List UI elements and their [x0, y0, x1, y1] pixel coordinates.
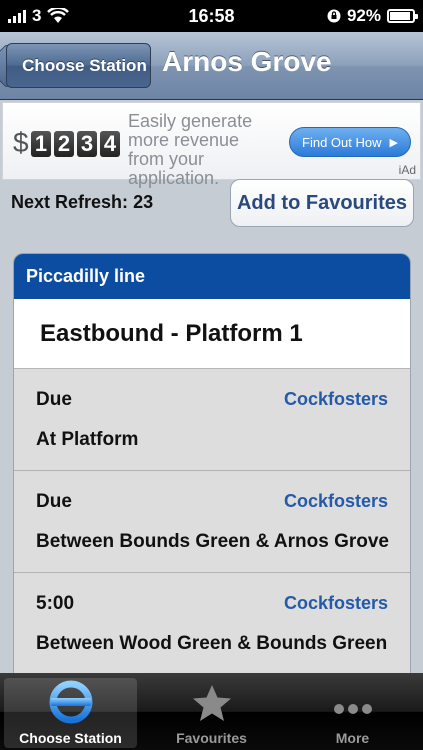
find-out-how-button[interactable]: Find Out How ▶	[289, 127, 411, 157]
add-to-favourites-button[interactable]: Add to Favourites	[230, 179, 414, 227]
ad-digit: 1	[31, 131, 51, 157]
rotation-lock-icon	[327, 9, 341, 23]
battery-fill	[390, 12, 411, 20]
more-dots-icon	[333, 704, 372, 714]
tab-choose-station[interactable]: Choose Station	[0, 673, 141, 750]
arrival-row[interactable]: Due Cockfosters At Platform	[14, 369, 410, 471]
tab-more[interactable]: More	[282, 673, 423, 750]
ad-digits: 1 2 3 4	[31, 131, 120, 157]
tab-label: Favourites	[176, 730, 247, 746]
line-header: Piccadilly line	[14, 254, 410, 299]
arrival-due: 5:00	[36, 593, 75, 614]
line-panel: Piccadilly line Eastbound - Platform 1 D…	[13, 253, 411, 673]
next-refresh: Next Refresh: 23	[11, 192, 153, 213]
iad-banner[interactable]: $ 1 2 3 4 Easily generate more revenue f…	[2, 102, 421, 188]
star-icon	[192, 685, 231, 721]
ad-digit: 3	[77, 131, 97, 157]
next-refresh-label: Next Refresh:	[11, 192, 129, 212]
signal-strength-icon	[8, 9, 26, 23]
ad-text: Easily generate more revenue from your a…	[128, 111, 253, 188]
navigation-bar: Choose Station Arnos Grove	[0, 32, 423, 100]
arrival-row[interactable]: 5:00 Cockfosters Between Wood Green & Bo…	[14, 573, 410, 673]
tab-bar: Choose Station Favourites More	[0, 673, 423, 750]
arrival-destination: Cockfosters	[283, 389, 388, 409]
chevron-right-icon: ▶	[389, 136, 398, 149]
iad-badge: iAd	[398, 163, 416, 177]
battery-percent: 92%	[346, 6, 381, 25]
arrival-due: Due	[36, 491, 72, 512]
wifi-icon	[47, 8, 70, 23]
status-right: 92%	[327, 6, 418, 26]
tube-roundel-icon	[49, 680, 92, 724]
choose-station-back-button[interactable]: Choose Station	[6, 43, 151, 88]
ad-digit: 4	[100, 131, 120, 157]
tab-label: More	[335, 730, 370, 746]
battery-icon	[387, 9, 418, 23]
arrival-location: Between Bounds Green & Arnos Grove	[36, 531, 389, 552]
arrival-row[interactable]: Due Cockfosters Between Bounds Green & A…	[14, 471, 410, 573]
ad-dollar-sign: $	[13, 127, 29, 158]
platform-title: Eastbound - Platform 1	[14, 299, 410, 369]
page-title: Arnos Grove	[162, 46, 332, 77]
carrier-label: 3	[32, 6, 42, 25]
ad-cta-label: Find Out How	[302, 134, 382, 150]
tab-favourites[interactable]: Favourites	[141, 673, 282, 750]
ad-digit: 2	[54, 131, 74, 157]
status-bar: 3 16:58 92%	[0, 0, 423, 32]
arrival-destination: Cockfosters	[283, 491, 388, 511]
tab-label: Choose Station	[19, 730, 122, 746]
arrival-location: At Platform	[36, 429, 139, 450]
next-refresh-value: 23	[133, 192, 154, 212]
arrival-due: Due	[36, 389, 72, 410]
status-left: 3	[8, 6, 70, 26]
arrival-destination: Cockfosters	[283, 593, 388, 613]
arrival-location: Between Wood Green & Bounds Green	[36, 633, 388, 654]
